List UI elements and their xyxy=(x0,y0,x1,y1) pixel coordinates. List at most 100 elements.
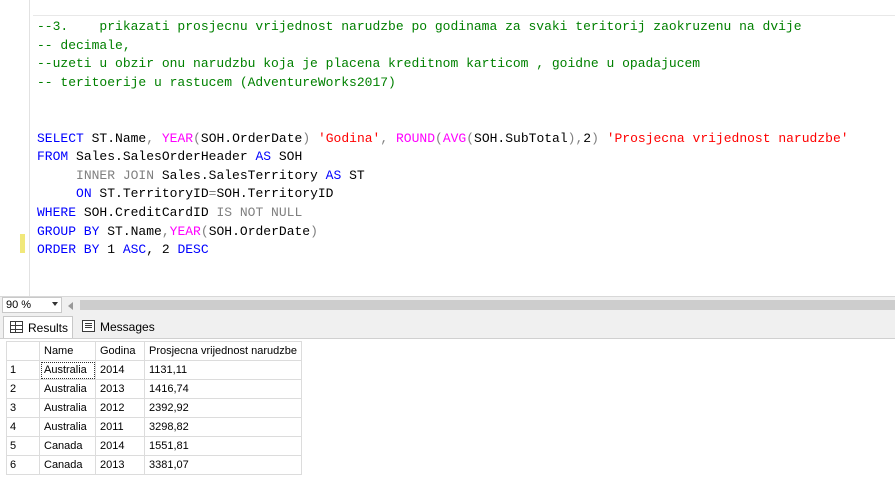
table-row[interactable]: 6 Canada 2013 3381,07 xyxy=(6,455,302,475)
code-line[interactable]: GROUP BY ST.Name,YEAR(SOH.OrderDate) xyxy=(37,223,849,242)
code-token: YEAR xyxy=(161,130,194,146)
table-row[interactable]: 5 Canada 2014 1551,81 xyxy=(6,436,302,456)
grid-cell[interactable]: Canada xyxy=(39,436,96,456)
code-token: ST.Name xyxy=(83,130,147,146)
tab-messages[interactable]: Messages xyxy=(76,316,158,338)
code-token: ROUND xyxy=(395,130,435,146)
current-line-highlight xyxy=(33,0,895,16)
code-line[interactable]: ON ST.TerritoryID=SOH.TerritoryID xyxy=(37,185,849,204)
code-token: AS xyxy=(325,167,342,183)
query-editor[interactable]: --3. prikazati prosjecnu vrijednost naru… xyxy=(0,0,895,296)
grid-cell[interactable]: 3381,07 xyxy=(144,455,302,475)
row-number[interactable]: 6 xyxy=(6,455,40,475)
code-token: AVG xyxy=(442,130,467,146)
grid-cell[interactable]: Australia xyxy=(39,417,96,437)
code-token: ( xyxy=(435,130,443,146)
grid-cell[interactable]: 2013 xyxy=(95,455,145,475)
column-header[interactable]: Prosjecna vrijednost narudzbe xyxy=(144,341,302,361)
code-token: GROUP BY xyxy=(37,223,100,239)
zoom-dropdown[interactable]: 90 % xyxy=(2,297,62,313)
code-token: -- decimale, xyxy=(37,37,131,53)
row-number[interactable]: 5 xyxy=(6,436,40,456)
column-header[interactable]: Godina xyxy=(95,341,145,361)
horizontal-scrollbar-thumb[interactable] xyxy=(80,300,895,310)
code-token: --3. prikazati prosjecnu vrijednost naru… xyxy=(37,19,802,34)
code-token: 1 xyxy=(99,242,123,258)
code-line[interactable]: ORDER BY 1 ASC, 2 DESC xyxy=(37,241,849,260)
grid-cell[interactable]: 1416,74 xyxy=(144,379,302,399)
messages-icon xyxy=(82,320,95,332)
code-token: ON xyxy=(76,186,92,202)
tab-results-label: Results xyxy=(28,321,69,335)
grid-cell[interactable]: 2014 xyxy=(95,360,145,380)
results-grid: Name Godina Prosjecna vrijednost narudzb… xyxy=(6,341,302,475)
grid-cell[interactable]: 2012 xyxy=(95,398,145,418)
code-token: 'Godina' xyxy=(317,130,381,146)
code-line[interactable]: FROM Sales.SalesOrderHeader AS SOH xyxy=(37,148,849,167)
code-line[interactable]: --3. prikazati prosjecnu vrijednost naru… xyxy=(37,18,849,37)
code-token: SOH.SubTotal xyxy=(474,130,568,146)
code-token: IS NOT NULL xyxy=(216,204,303,220)
code-line[interactable]: -- teritoerije u rastucem (AdventureWork… xyxy=(37,74,849,93)
code-token: SELECT xyxy=(37,130,84,146)
code-line[interactable] xyxy=(37,111,849,130)
code-token: Sales.SalesOrderHeader xyxy=(68,149,256,165)
code-line[interactable]: --uzeti u obzir onu narudzbu koja je pla… xyxy=(37,55,849,74)
change-marker xyxy=(20,234,25,253)
grid-cell[interactable]: Australia xyxy=(39,379,96,399)
grid-cell[interactable]: 1551,81 xyxy=(144,436,302,456)
code-token: YEAR xyxy=(169,223,201,239)
code-token: SOH.OrderDate xyxy=(208,223,311,239)
code-line[interactable]: INNER JOIN Sales.SalesTerritory AS ST xyxy=(37,167,849,186)
code-token: ASC xyxy=(122,242,147,258)
column-header[interactable]: Name xyxy=(39,341,96,361)
code-token: DESC xyxy=(177,242,209,258)
code-line[interactable]: SELECT ST.Name, YEAR(SOH.OrderDate) 'God… xyxy=(37,130,849,149)
scroll-left-arrow-icon[interactable] xyxy=(68,302,73,310)
code-token: ST.Name xyxy=(99,223,162,239)
row-number[interactable]: 4 xyxy=(6,417,40,437)
results-pane: Name Godina Prosjecna vrijednost narudzb… xyxy=(0,339,895,478)
table-row[interactable]: 3 Australia 2012 2392,92 xyxy=(6,398,302,418)
code-token: ) xyxy=(310,223,318,239)
code-token: 'Prosjecna vrijednost narudzbe' xyxy=(606,130,849,146)
table-row[interactable]: 4 Australia 2011 3298,82 xyxy=(6,417,302,437)
code-token: Sales.SalesTerritory xyxy=(154,167,326,183)
results-tab-bar: Results Messages xyxy=(0,314,895,339)
code-token: ORDER BY xyxy=(37,242,100,258)
grid-cell[interactable]: 2011 xyxy=(95,417,145,437)
grid-cell[interactable]: Australia xyxy=(39,360,96,380)
grid-cell[interactable]: Canada xyxy=(39,455,96,475)
code-line[interactable]: -- decimale, xyxy=(37,37,849,56)
row-number[interactable]: 2 xyxy=(6,379,40,399)
table-row[interactable]: 2 Australia 2013 1416,74 xyxy=(6,379,302,399)
grid-cell[interactable]: 2392,92 xyxy=(144,398,302,418)
code-token: ) xyxy=(591,130,599,146)
tab-results[interactable]: Results xyxy=(3,316,73,338)
row-number[interactable]: 3 xyxy=(6,398,40,418)
zoom-value: 90 % xyxy=(6,299,32,311)
editor-status-strip: 90 % xyxy=(0,296,895,315)
editor-gutter xyxy=(0,0,20,296)
grid-icon xyxy=(10,321,23,333)
row-number[interactable]: 1 xyxy=(6,360,40,380)
gutter-divider xyxy=(29,0,30,296)
code-token: --uzeti u obzir onu narudzbu koja je pla… xyxy=(37,56,701,72)
grid-cell[interactable]: 2013 xyxy=(95,379,145,399)
table-row[interactable]: 1 Australia 2014 1131,11 xyxy=(6,360,302,380)
code-line[interactable] xyxy=(37,92,849,111)
grid-cell[interactable]: Australia xyxy=(39,398,96,418)
code-line[interactable]: WHERE SOH.CreditCardID IS NOT NULL xyxy=(37,204,849,223)
grid-corner[interactable] xyxy=(6,341,40,361)
code-token: ( xyxy=(193,130,201,146)
sql-code[interactable]: --3. prikazati prosjecnu vrijednost naru… xyxy=(37,18,849,260)
grid-cell[interactable]: 2014 xyxy=(95,436,145,456)
grid-cell[interactable]: 3298,82 xyxy=(144,417,302,437)
code-token: , xyxy=(161,223,170,239)
code-token: SOH.TerritoryID xyxy=(216,186,334,202)
grid-cell[interactable]: 1131,11 xyxy=(144,360,302,380)
